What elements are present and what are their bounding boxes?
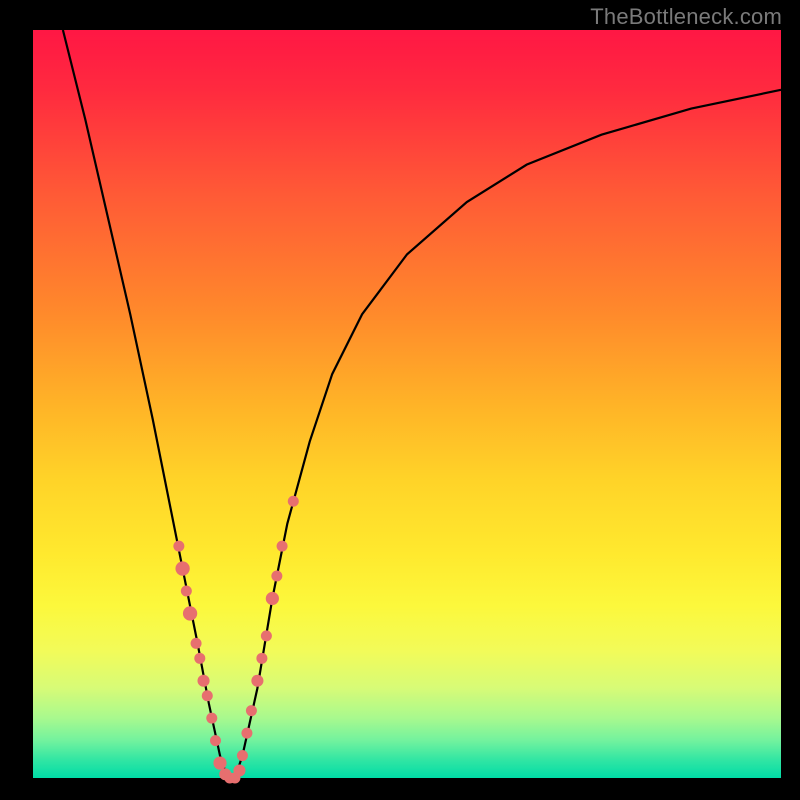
data-point	[251, 675, 263, 687]
data-point	[266, 592, 279, 605]
data-point	[241, 728, 252, 739]
data-point	[246, 705, 257, 716]
data-point	[213, 756, 226, 769]
data-point	[194, 653, 205, 664]
data-point	[175, 561, 189, 575]
data-point	[256, 653, 267, 664]
data-point	[277, 541, 288, 552]
outer-frame: TheBottleneck.com	[0, 0, 800, 800]
data-point	[183, 606, 197, 620]
data-point	[181, 586, 192, 597]
data-points-group	[173, 496, 298, 784]
plot-area	[33, 30, 781, 778]
data-point	[173, 541, 184, 552]
data-point	[233, 764, 245, 776]
data-point	[288, 496, 299, 507]
data-point	[237, 750, 248, 761]
data-point	[206, 713, 217, 724]
chart-svg	[33, 30, 781, 778]
data-point	[191, 638, 202, 649]
data-point	[210, 735, 221, 746]
data-point	[261, 630, 272, 641]
watermark-text: TheBottleneck.com	[590, 4, 782, 30]
data-point	[197, 675, 209, 687]
bottleneck-curve	[63, 30, 781, 778]
data-point	[271, 571, 282, 582]
data-point	[202, 690, 213, 701]
